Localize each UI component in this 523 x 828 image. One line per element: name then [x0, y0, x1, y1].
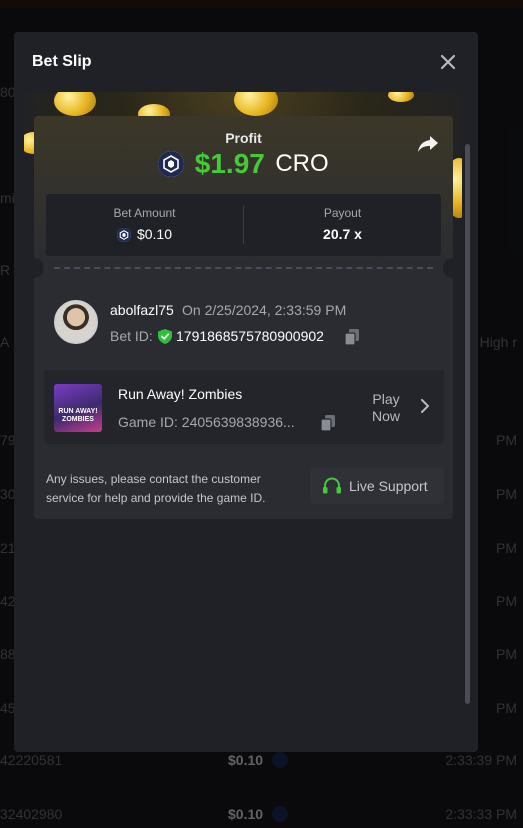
game-name: Run Away! Zombies [118, 386, 243, 402]
live-support-label: Live Support [349, 478, 428, 494]
bet-amount-label: Bet Amount [113, 206, 176, 220]
modal-body[interactable]: Profit $1.97 CRO Bet Amount $0.10 Payout… [24, 92, 470, 752]
game-id: Game ID: 2405639838936... [118, 414, 295, 430]
copy-bet-id-icon[interactable] [345, 329, 359, 345]
bet-amount-stat: Bet Amount $0.10 [46, 194, 243, 256]
bet-amount-value: $0.10 [136, 226, 173, 242]
bet-id-label: Bet ID: [110, 328, 153, 344]
bet-card: Profit $1.97 CRO Bet Amount $0.10 Payout… [24, 116, 463, 519]
modal-header: Bet Slip [14, 32, 478, 92]
dashed-divider [54, 267, 433, 269]
verified-shield-icon [158, 329, 172, 344]
profit-amount: $1.97 [194, 148, 265, 179]
profit-row: $1.97 CRO [34, 148, 453, 180]
ticket-notch-right [443, 258, 463, 278]
bet-stats: Bet Amount $0.10 Payout 20.7 x [46, 194, 441, 256]
coin-decoration [388, 92, 414, 102]
game-info: RUN AWAY! ZOMBIES Run Away! Zombies Game… [44, 370, 444, 444]
cro-coin-icon [116, 228, 131, 243]
username[interactable]: abolfazl75 [110, 302, 174, 318]
avatar[interactable] [54, 300, 98, 344]
game-thumbnail[interactable]: RUN AWAY! ZOMBIES [54, 384, 102, 432]
modal-title: Bet Slip [32, 53, 92, 70]
live-support-button[interactable]: Live Support [310, 468, 444, 504]
play-now-button[interactable]: Play Now [366, 391, 406, 425]
bet-time: On 2/25/2024, 2:33:59 PM [182, 302, 347, 318]
share-icon[interactable] [417, 134, 439, 154]
bet-id-value: 1791868575780900902 [176, 328, 324, 344]
bet-user-info: abolfazl75 On 2/25/2024, 2:33:59 PM Bet … [54, 300, 434, 348]
ticket-separator [24, 258, 463, 278]
close-button[interactable] [436, 50, 460, 74]
bet-slip-modal: Bet Slip Profit $1.97 CRO Bet Amount $0.… [14, 32, 478, 752]
support-message: Any issues, please contact the customer … [46, 472, 266, 505]
copy-game-id-icon[interactable] [321, 415, 335, 431]
headset-icon [323, 477, 341, 494]
profit-currency: CRO [275, 150, 329, 177]
ticket-notch-left [24, 258, 44, 278]
game-thumbnail-title: RUN AWAY! ZOMBIES [58, 408, 98, 423]
cro-coin-icon [158, 151, 185, 177]
coin-decoration [54, 92, 96, 116]
payout-stat: Payout 20.7 x [244, 194, 441, 256]
bet-amount-value-row: $0.10 [46, 226, 243, 243]
payout-value: 20.7 x [323, 226, 362, 242]
profit-section: Profit $1.97 CRO Bet Amount $0.10 Payout… [34, 116, 453, 268]
payout-label: Payout [323, 206, 362, 220]
coin-decoration [234, 92, 278, 116]
scrollbar[interactable] [465, 144, 470, 704]
close-icon [440, 54, 456, 70]
chevron-right-icon[interactable] [420, 399, 430, 413]
profit-label: Profit [225, 130, 262, 146]
